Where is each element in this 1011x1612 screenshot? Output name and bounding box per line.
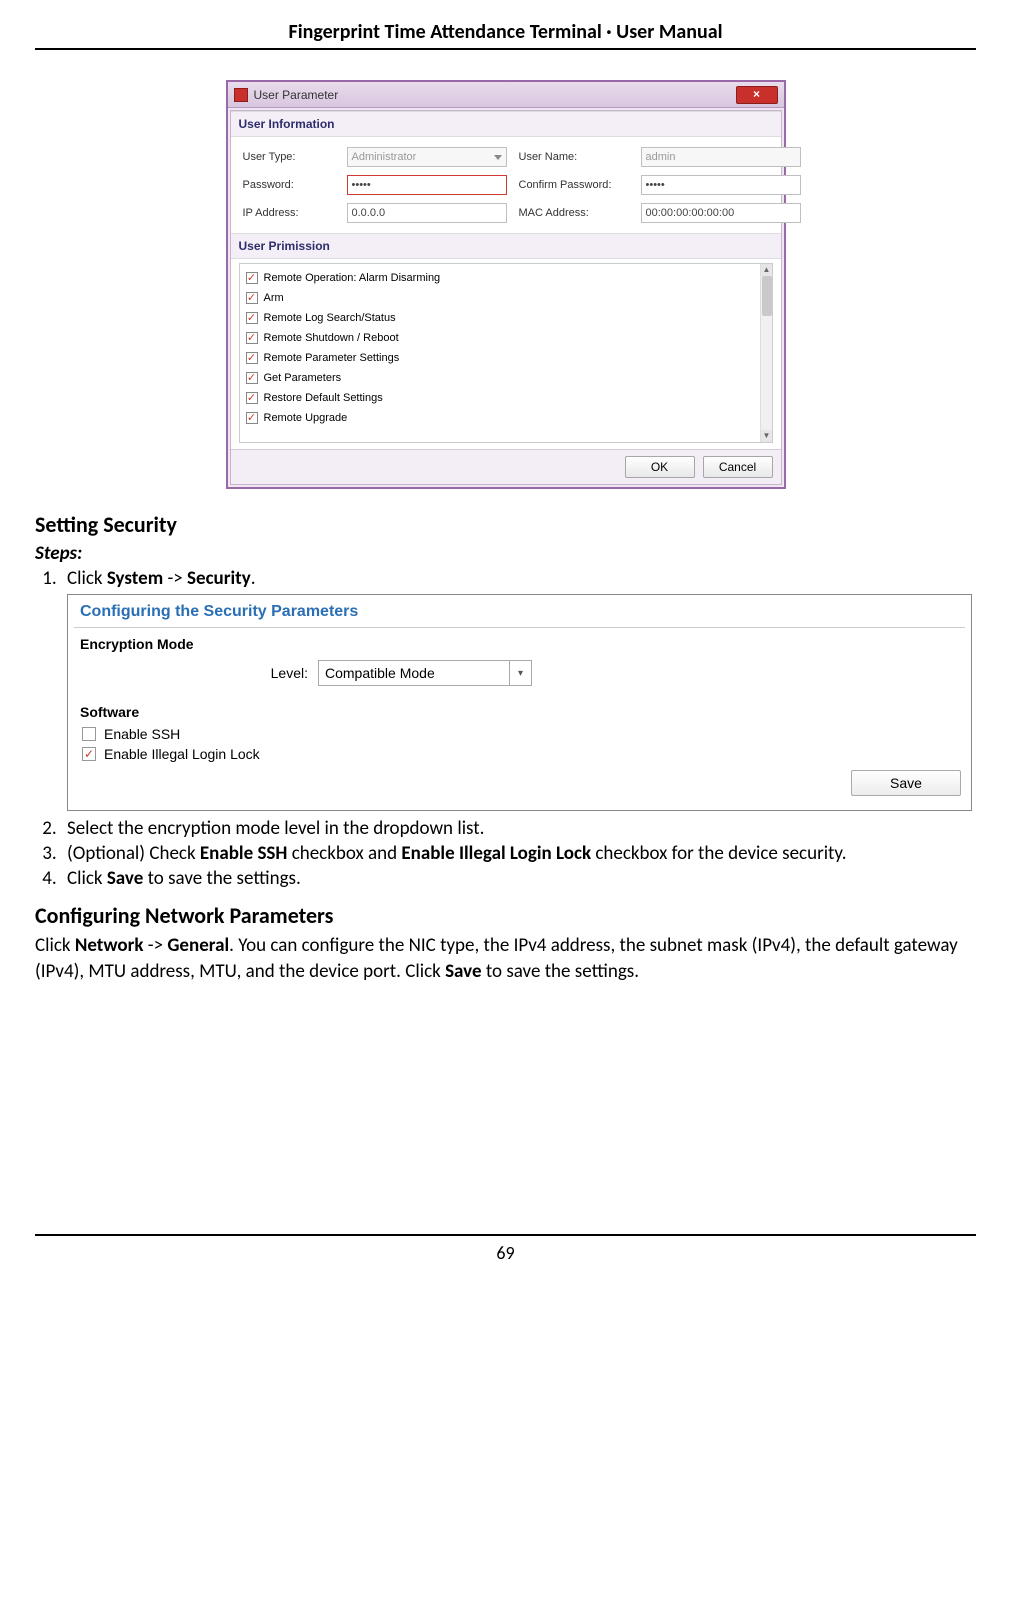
panel-title: Configuring the Security Parameters <box>68 595 971 627</box>
checkbox-icon[interactable]: ✓ <box>246 312 258 324</box>
checkbox-icon[interactable]: ✓ <box>246 372 258 384</box>
heading-configuring-network-parameters: Configuring Network Parameters <box>35 902 976 929</box>
bold-text: Enable Illegal Login Lock <box>401 842 591 865</box>
save-button[interactable]: Save <box>851 770 961 796</box>
scrollbar[interactable]: ▲ ▼ <box>760 264 772 442</box>
checkbox-icon[interactable]: ✓ <box>246 272 258 284</box>
chevron-down-icon: ▾ <box>509 661 531 685</box>
text: to save the settings. <box>482 960 639 983</box>
checkbox-enable-illegal-login-lock[interactable]: ✓ <box>82 747 96 761</box>
app-icon <box>234 88 248 102</box>
scroll-down-icon[interactable]: ▼ <box>761 430 773 442</box>
text: Click <box>35 934 75 957</box>
user-parameter-dialog: User Parameter × User Information User T… <box>226 80 786 489</box>
permission-label: Remote Shutdown / Reboot <box>264 332 399 344</box>
user-type-select[interactable]: Administrator <box>347 147 507 167</box>
bold-text: System <box>107 567 163 590</box>
checkbox-label: Enable Illegal Login Lock <box>104 746 260 762</box>
permission-label: Restore Default Settings <box>264 392 383 404</box>
section-encryption-mode: Encryption Mode <box>68 628 971 656</box>
confirm-password-field[interactable]: ••••• <box>641 175 801 195</box>
checkbox-row-illegal-login[interactable]: ✓ Enable Illegal Login Lock <box>68 744 971 764</box>
section-software: Software <box>68 696 971 724</box>
bold-text: General <box>167 934 229 957</box>
checkbox-icon[interactable]: ✓ <box>246 332 258 344</box>
label-user-name: User Name: <box>519 151 629 163</box>
label-level: Level: <box>80 665 312 681</box>
checkbox-icon[interactable]: ✓ <box>246 392 258 404</box>
level-value: Compatible Mode <box>319 665 509 681</box>
cancel-button[interactable]: Cancel <box>703 456 773 478</box>
permission-item[interactable]: ✓ Remote Parameter Settings <box>246 348 766 368</box>
permission-list: ✓Remote Operation: Alarm Disarming ✓Arm … <box>239 263 773 443</box>
bold-text: Enable SSH <box>200 842 288 865</box>
permission-label: Remote Log Search/Status <box>264 312 396 324</box>
permission-label: Arm <box>264 292 284 304</box>
page-number: 69 <box>35 1234 976 1264</box>
step-4: Click Save to save the settings. <box>61 867 976 890</box>
section-user-permission: User Primission <box>231 233 781 259</box>
checkbox-row-ssh[interactable]: Enable SSH <box>68 724 971 744</box>
label-ip-address: IP Address: <box>243 207 335 219</box>
permission-label: Remote Operation: Alarm Disarming <box>264 272 441 284</box>
label-confirm-password: Confirm Password: <box>519 179 629 191</box>
ok-button[interactable]: OK <box>625 456 695 478</box>
step-3: (Optional) Check Enable SSH checkbox and… <box>61 842 976 865</box>
step-1: Click System -> Security. Configuring th… <box>61 567 976 811</box>
user-parameter-figure: User Parameter × User Information User T… <box>35 80 976 489</box>
label-user-type: User Type: <box>243 151 335 163</box>
step-2: Select the encryption mode level in the … <box>61 817 976 840</box>
text: . <box>251 567 256 590</box>
permission-item[interactable]: ✓ Remote Shutdown / Reboot <box>246 328 766 348</box>
bold-text: Security <box>187 567 251 590</box>
text: to save the settings. <box>143 867 300 890</box>
checkbox-label: Enable SSH <box>104 726 180 742</box>
text: Click <box>67 867 107 890</box>
network-paragraph: Click Network -> General. You can config… <box>35 933 976 984</box>
mac-address-field[interactable]: 00:00:00:00:00:00 <box>641 203 801 223</box>
permission-item[interactable]: ✓ Remote Operation: Alarm Disarming <box>246 268 766 288</box>
text: Click <box>67 567 107 590</box>
level-select[interactable]: Compatible Mode ▾ <box>318 660 532 686</box>
permission-item[interactable]: ✓ Remote Log Search/Status <box>246 308 766 328</box>
steps-label: Steps: <box>35 542 976 565</box>
bold-text: Save <box>445 960 481 983</box>
scroll-thumb[interactable] <box>762 276 772 316</box>
user-name-field[interactable]: admin <box>641 147 801 167</box>
checkbox-icon[interactable]: ✓ <box>246 352 258 364</box>
permission-item[interactable]: ✓ Get Parameters <box>246 368 766 388</box>
checkbox-icon[interactable]: ✓ <box>246 292 258 304</box>
text: (Optional) Check <box>67 842 200 865</box>
steps-list: Click System -> Security. Configuring th… <box>35 567 976 890</box>
password-field[interactable]: ••••• <box>347 175 507 195</box>
permission-item[interactable]: ✓ Remote Upgrade <box>246 408 766 428</box>
checkbox-enable-ssh[interactable] <box>82 727 96 741</box>
text: -> <box>163 567 187 590</box>
dialog-titlebar: User Parameter × <box>228 82 784 108</box>
text: checkbox and <box>287 842 401 865</box>
label-mac-address: MAC Address: <box>519 207 629 219</box>
label-password: Password: <box>243 179 335 191</box>
document-header: Fingerprint Time Attendance Terminal · U… <box>35 20 976 50</box>
bold-text: Save <box>107 867 143 890</box>
text: checkbox for the device security. <box>591 842 847 865</box>
section-user-information: User Information <box>231 111 781 137</box>
permission-label: Remote Parameter Settings <box>264 352 400 364</box>
ip-address-field[interactable]: 0.0.0.0 <box>347 203 507 223</box>
scroll-up-icon[interactable]: ▲ <box>761 264 773 276</box>
checkbox-icon[interactable]: ✓ <box>246 412 258 424</box>
security-parameters-panel: Configuring the Security Parameters Encr… <box>67 594 972 811</box>
permission-item[interactable]: ✓ Arm <box>246 288 766 308</box>
permission-label: Remote Upgrade <box>264 412 348 424</box>
permission-label: Get Parameters <box>264 372 342 384</box>
close-button[interactable]: × <box>736 86 778 104</box>
bold-text: Network <box>75 934 144 957</box>
dialog-title: User Parameter <box>254 88 339 102</box>
permission-item[interactable]: ✓ Restore Default Settings <box>246 388 766 408</box>
text: -> <box>143 934 167 957</box>
heading-setting-security: Setting Security <box>35 511 976 538</box>
